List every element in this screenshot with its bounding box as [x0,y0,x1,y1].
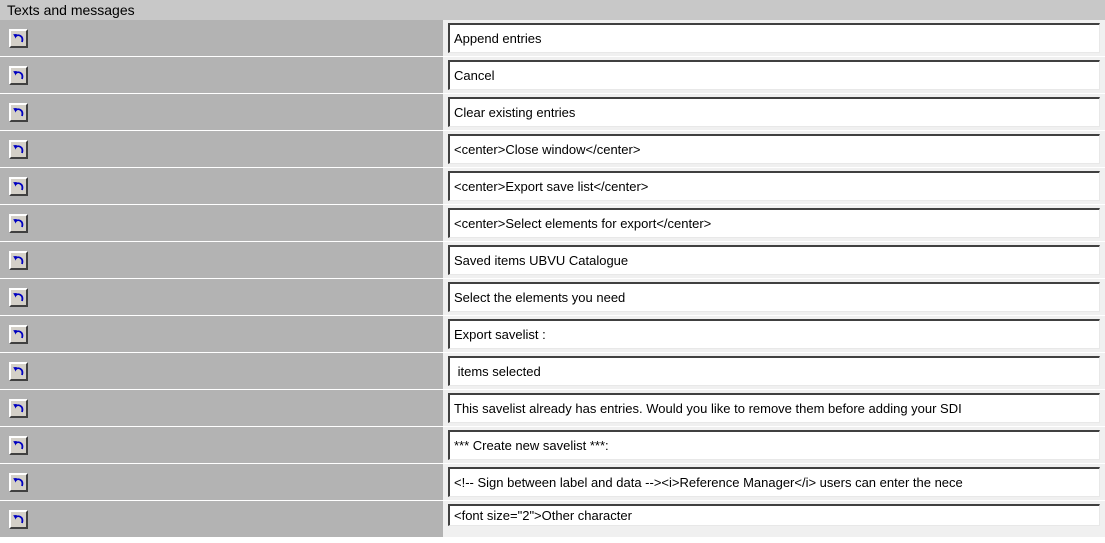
label-cell [0,242,443,278]
undo-button[interactable] [9,103,28,122]
value-cell [443,353,1105,389]
undo-button[interactable] [9,66,28,85]
text-field[interactable] [448,245,1100,275]
table-row [0,353,1105,390]
undo-arrow-icon [13,108,24,117]
label-cell [0,57,443,93]
text-field[interactable] [448,134,1100,164]
label-cell [0,131,443,167]
label-cell [0,316,443,352]
undo-button[interactable] [9,251,28,270]
table-row [0,131,1105,168]
undo-button[interactable] [9,436,28,455]
label-cell [0,20,443,56]
value-cell [443,168,1105,204]
table-row [0,57,1105,94]
label-cell [0,205,443,241]
undo-button[interactable] [9,214,28,233]
undo-arrow-icon [13,441,24,450]
label-cell [0,464,443,500]
section-title: Texts and messages [7,2,135,18]
text-field[interactable] [448,393,1100,423]
value-cell [443,279,1105,315]
table-row [0,464,1105,501]
undo-button[interactable] [9,473,28,492]
table-row [0,427,1105,464]
label-cell [0,390,443,426]
undo-arrow-icon [13,34,24,43]
text-field[interactable] [448,97,1100,127]
section-header: Texts and messages [0,0,1105,20]
value-cell [443,205,1105,241]
row-divider [0,537,1105,538]
undo-arrow-icon [13,404,24,413]
undo-arrow-icon [13,367,24,376]
value-cell [443,464,1105,500]
table-row [0,279,1105,316]
table-row [0,316,1105,353]
value-cell [443,316,1105,352]
text-field[interactable] [448,467,1100,497]
table-row [0,20,1105,57]
text-field[interactable] [448,171,1100,201]
undo-arrow-icon [13,478,24,487]
table-row [0,390,1105,427]
text-field[interactable] [448,430,1100,460]
undo-button[interactable] [9,29,28,48]
undo-arrow-icon [13,219,24,228]
undo-button[interactable] [9,325,28,344]
value-cell [443,57,1105,93]
value-cell [443,242,1105,278]
undo-arrow-icon [13,256,24,265]
undo-button[interactable] [9,399,28,418]
text-field[interactable] [448,23,1100,53]
text-field[interactable] [448,356,1100,386]
text-field[interactable] [448,504,1100,526]
label-cell [0,501,443,537]
undo-button[interactable] [9,177,28,196]
undo-arrow-icon [13,330,24,339]
table-row [0,501,1105,538]
undo-arrow-icon [13,71,24,80]
undo-button[interactable] [9,362,28,381]
undo-button[interactable] [9,510,28,529]
label-cell [0,168,443,204]
value-cell [443,501,1105,537]
table-row [0,242,1105,279]
label-cell [0,279,443,315]
label-cell [0,353,443,389]
table-row [0,205,1105,242]
undo-arrow-icon [13,182,24,191]
undo-arrow-icon [13,145,24,154]
label-cell [0,427,443,463]
undo-arrow-icon [13,515,24,524]
value-cell [443,390,1105,426]
text-field[interactable] [448,60,1100,90]
value-cell [443,131,1105,167]
table-row [0,168,1105,205]
text-field[interactable] [448,319,1100,349]
value-cell [443,20,1105,56]
label-cell [0,94,443,130]
table-row [0,94,1105,131]
value-cell [443,94,1105,130]
undo-arrow-icon [13,293,24,302]
text-field[interactable] [448,282,1100,312]
undo-button[interactable] [9,288,28,307]
undo-button[interactable] [9,140,28,159]
text-field[interactable] [448,208,1100,238]
value-cell [443,427,1105,463]
